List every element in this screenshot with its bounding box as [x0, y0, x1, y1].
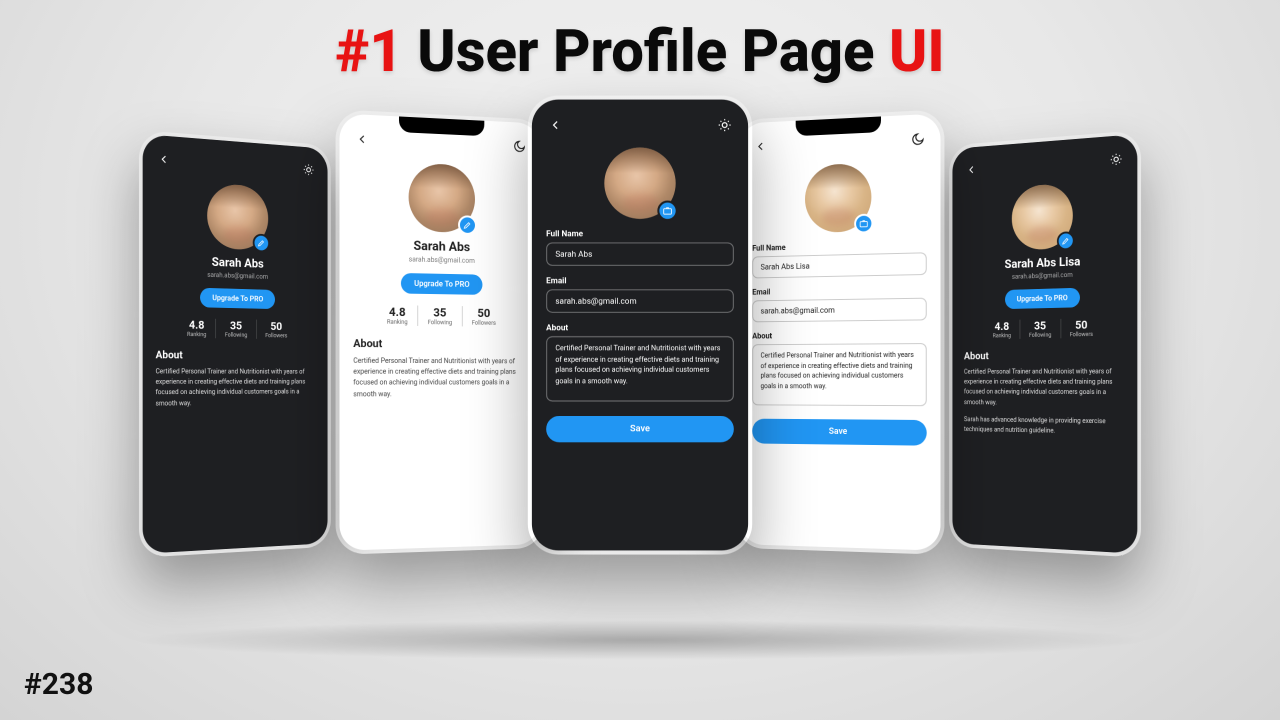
screen: Full Name Sarah Abs Lisa Email sarah.abs… — [739, 113, 940, 550]
stat-label: Followers — [1070, 331, 1093, 338]
about-heading: About — [156, 349, 316, 362]
about-heading: About — [353, 337, 527, 351]
title-ui: UI — [889, 18, 945, 86]
screen: Sarah Abs sarah.abs@gmail.com Upgrade To… — [143, 134, 328, 554]
user-email: sarah.abs@gmail.com — [353, 254, 527, 266]
about-input[interactable]: Certified Personal Trainer and Nutrition… — [546, 336, 734, 401]
stat-value: 4.8 — [387, 305, 408, 319]
phone-mockup-3: Full Name Sarah Abs Email sarah.abs@gmai… — [528, 96, 752, 555]
sun-icon[interactable] — [718, 118, 732, 135]
stat-label: Ranking — [187, 331, 206, 338]
stat-value: 50 — [1070, 318, 1093, 331]
moon-icon[interactable] — [513, 139, 526, 156]
screen: Full Name Sarah Abs Email sarah.abs@gmai… — [532, 100, 748, 551]
stat-label: Followers — [265, 333, 287, 340]
back-icon[interactable] — [754, 139, 767, 156]
pencil-icon — [1061, 236, 1070, 246]
back-icon[interactable] — [157, 152, 170, 169]
email-label: Email — [546, 276, 734, 285]
screen: Sarah Abs sarah.abs@gmail.com Upgrade To… — [340, 113, 541, 550]
full-name-label: Full Name — [752, 239, 926, 252]
stat-value: 35 — [225, 319, 247, 332]
pencil-icon — [257, 238, 266, 248]
stat-followers: 50Followers — [256, 320, 296, 340]
upgrade-button[interactable]: Upgrade To PRO — [1005, 288, 1080, 309]
sun-icon[interactable] — [303, 163, 315, 179]
phone-mockup-2: Sarah Abs sarah.abs@gmail.com Upgrade To… — [336, 109, 545, 555]
sun-icon[interactable] — [1110, 152, 1123, 169]
about-heading: About — [964, 349, 1124, 362]
stat-value: 4.8 — [187, 318, 206, 331]
app-topbar — [546, 114, 734, 144]
stat-value: 50 — [472, 306, 496, 320]
avatar[interactable] — [207, 183, 268, 251]
phone-stage: Sarah Abs sarah.abs@gmail.com Upgrade To… — [0, 100, 1280, 720]
edit-avatar-badge[interactable] — [458, 215, 477, 235]
save-button[interactable]: Save — [752, 419, 926, 446]
stats-row: 4.8Ranking 35Following 50Followers — [353, 305, 527, 328]
stat-value: 35 — [428, 306, 452, 320]
phone-mockup-1: Sarah Abs sarah.abs@gmail.com Upgrade To… — [139, 130, 331, 558]
stat-ranking: 4.8Ranking — [984, 320, 1019, 340]
stat-label: Following — [1029, 332, 1051, 339]
stat-following: 35Following — [417, 305, 461, 326]
about-label: About — [752, 330, 926, 340]
upgrade-button[interactable]: Upgrade To PRO — [401, 273, 483, 295]
stat-label: Ranking — [993, 333, 1011, 340]
stat-ranking: 4.8Ranking — [377, 305, 417, 326]
stat-following: 35Following — [1019, 319, 1060, 339]
edit-avatar-badge[interactable] — [253, 233, 270, 252]
stat-label: Followers — [472, 320, 496, 327]
phone-mockup-5: Sarah Abs Lisa sarah.abs@gmail.com Upgra… — [949, 130, 1141, 558]
episode-number: #238 — [24, 667, 93, 702]
phone-mockup-4: Full Name Sarah Abs Lisa Email sarah.abs… — [736, 109, 945, 555]
about-text: Certified Personal Trainer and Nutrition… — [156, 367, 316, 409]
back-icon[interactable] — [548, 118, 562, 135]
back-icon[interactable] — [966, 163, 978, 179]
about-text: Certified Personal Trainer and Nutrition… — [964, 367, 1124, 438]
stats-row: 4.8Ranking 35Following 50Followers — [156, 318, 316, 340]
about-input[interactable]: Certified Personal Trainer and Nutrition… — [752, 343, 926, 406]
stat-label: Following — [428, 319, 452, 326]
change-photo-badge[interactable] — [657, 201, 677, 221]
about-text: Certified Personal Trainer and Nutrition… — [353, 356, 527, 400]
email-input[interactable]: sarah.abs@gmail.com — [752, 298, 926, 323]
full-name-input[interactable]: Sarah Abs Lisa — [752, 252, 926, 278]
stat-label: Ranking — [387, 319, 408, 326]
title-hash: #1 — [335, 18, 402, 86]
stat-followers: 50Followers — [461, 306, 505, 327]
stat-value: 4.8 — [993, 320, 1011, 333]
camera-icon — [859, 219, 869, 229]
stat-following: 35Following — [215, 319, 256, 339]
moon-icon[interactable] — [911, 132, 925, 149]
stat-value: 35 — [1029, 319, 1051, 332]
avatar[interactable] — [604, 148, 675, 219]
upgrade-button[interactable]: Upgrade To PRO — [200, 288, 275, 309]
stat-followers: 50Followers — [1060, 318, 1102, 338]
about-label: About — [546, 323, 734, 332]
back-icon[interactable] — [355, 132, 369, 149]
stat-value: 50 — [265, 320, 287, 333]
avatar[interactable] — [1012, 183, 1073, 251]
title-main: User Profile Page — [403, 18, 889, 86]
stat-ranking: 4.8Ranking — [178, 318, 215, 338]
email-input[interactable]: sarah.abs@gmail.com — [546, 289, 734, 312]
avatar[interactable] — [409, 163, 475, 233]
change-photo-badge[interactable] — [854, 214, 873, 234]
user-name: Sarah Abs — [353, 237, 527, 256]
stats-row: 4.8Ranking 35Following 50Followers — [964, 318, 1124, 340]
full-name-input[interactable]: Sarah Abs — [546, 242, 734, 265]
camera-icon — [662, 206, 672, 216]
pencil-icon — [463, 220, 472, 230]
full-name-label: Full Name — [546, 229, 734, 238]
stat-label: Following — [225, 332, 247, 339]
screen: Sarah Abs Lisa sarah.abs@gmail.com Upgra… — [952, 134, 1137, 554]
save-button[interactable]: Save — [546, 416, 734, 443]
page-title: #1 User Profile Page UI — [0, 18, 1280, 86]
edit-avatar-badge[interactable] — [1057, 231, 1075, 250]
avatar[interactable] — [805, 163, 871, 233]
email-label: Email — [752, 285, 926, 297]
